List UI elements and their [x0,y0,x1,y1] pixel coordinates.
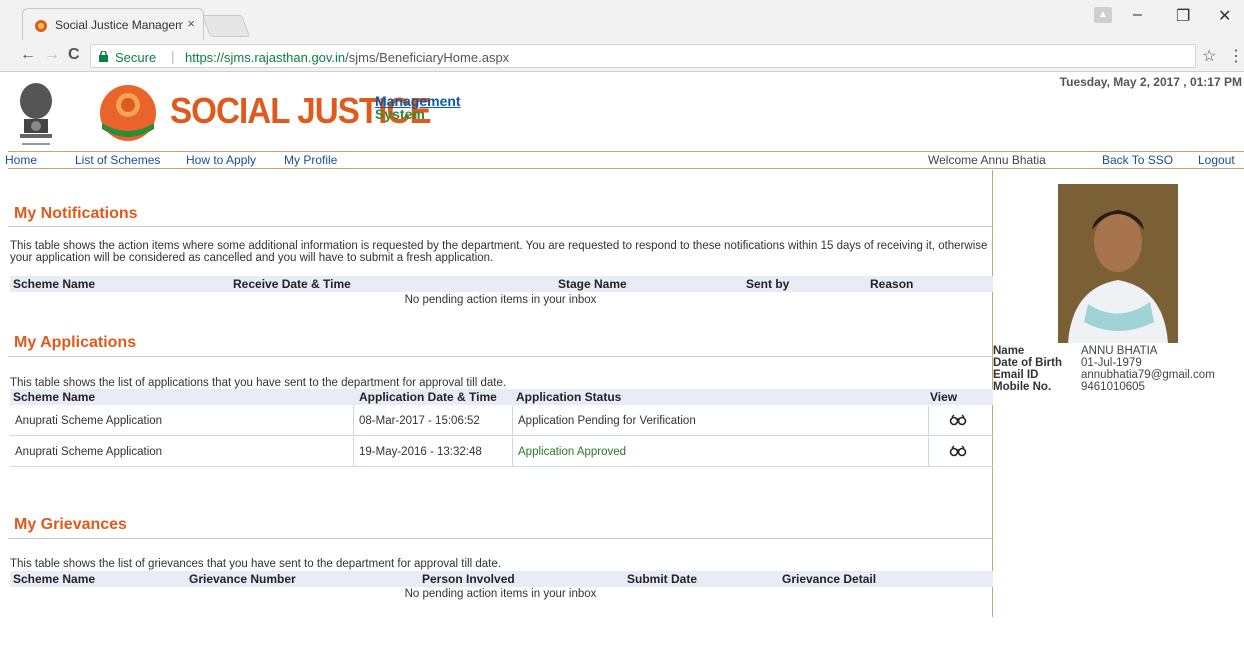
notifications-description: This table shows the action items where … [10,240,988,264]
back-to-sso-link[interactable]: Back To SSO [1102,153,1173,167]
col-view: View [930,390,958,404]
profile-dob-value: 01-Jul-1979 [1081,357,1142,369]
grievances-table-header: Scheme Name Grievance Number Person Invo… [10,571,993,587]
application-datetime: 08-Mar-2017 - 15:06:52 [359,415,480,427]
cell-divider [928,406,929,436]
col-application-status: Application Status [516,390,622,404]
tab-title: Social Justice Manageme [55,18,183,32]
url-path: /sjms/BeneficiaryHome.aspx [345,50,510,65]
nav-my-profile-link[interactable]: My Profile [284,153,337,167]
browser-tab[interactable]: Social Justice Manageme × [22,8,204,40]
grievances-description: This table shows the list of grievances … [10,558,501,570]
grievances-title: My Grievances [14,516,127,533]
url-host: https://sjms.rajasthan.gov.in [185,50,346,65]
applications-description: This table shows the list of application… [10,377,507,389]
browser-menu-icon[interactable]: ⋮ [1228,46,1244,66]
forward-icon[interactable]: → [44,46,60,64]
grievances-empty-message: No pending action items in your inbox [404,588,597,600]
site-favicon-icon [35,20,47,32]
logo-sub-system: System [375,106,425,122]
profile-dob-label: Date of Birth [993,357,1062,369]
profile-name-label: Name [993,345,1025,357]
application-row: Anuprati Scheme Application 19-May-2016 … [10,437,993,467]
profile-mobile-label: Mobile No. [993,381,1052,393]
reload-icon[interactable]: C [68,46,80,64]
welcome-text: Welcome Annu Bhatia [928,153,1046,167]
url-separator: | [171,48,175,64]
restore-icon[interactable]: ❐ [1176,6,1190,26]
back-icon[interactable]: ← [20,46,36,64]
applications-rule [8,356,993,357]
bookmark-star-icon[interactable]: ☆ [1202,46,1216,66]
profile-mobile-value: 9461010605 [1081,381,1145,393]
profile-email-value: annubhatia79@gmail.com [1081,369,1215,381]
cell-divider [512,406,513,436]
main-navbar: Home List of Schemes How to Apply My Pro… [5,151,1244,169]
col-submit-date: Submit Date [627,572,698,586]
current-datetime: Tuesday, May 2, 2017 , 01:17 PM [1059,75,1242,89]
new-tab-button[interactable] [201,15,251,37]
col-sent-by: Sent by [746,277,790,291]
grievances-rule [8,538,993,539]
nav-home-link[interactable]: Home [5,153,37,167]
notifications-table-header: Scheme Name Receive Date & Time Stage Na… [10,276,993,292]
col-scheme-name: Scheme Name [13,572,96,586]
application-scheme: Anuprati Scheme Application [15,415,163,427]
close-window-icon[interactable]: ✕ [1218,6,1231,26]
browser-titlebar: Social Justice Manageme × ▲ – ❐ ✕ [0,0,1244,40]
col-application-datetime: Application Date & Time [359,390,497,404]
application-status: Application Pending for Verification [518,415,696,427]
col-grievance-detail: Grievance Detail [782,572,877,586]
address-bar: ← → C Secure | https://sjms.rajasthan.go… [0,40,1244,72]
profile-email-label: Email ID [993,369,1039,381]
view-binoculars-icon[interactable] [949,414,967,426]
lock-icon [99,51,108,62]
logo-subtitle: Management System [375,94,461,122]
notifications-title: My Notifications [14,205,138,222]
col-person-involved: Person Involved [422,572,515,586]
application-status: Application Approved [518,446,627,458]
sjms-logo-icon [100,85,156,141]
tab-close-icon[interactable]: × [187,16,195,31]
cell-divider [353,437,354,467]
cell-divider [928,437,929,467]
nav-list-of-schemes-link[interactable]: List of Schemes [75,153,160,167]
view-binoculars-icon[interactable] [949,445,967,457]
main-content: My Notifications This table shows the ac… [8,170,993,617]
application-scheme: Anuprati Scheme Application [15,446,163,458]
col-scheme-name: Scheme Name [13,277,96,291]
profile-icon[interactable]: ▲ [1094,7,1112,23]
col-grievance-number: Grievance Number [189,572,296,586]
minimize-icon[interactable]: – [1133,6,1142,24]
cell-divider [353,406,354,436]
applications-table-header: Scheme Name Application Date & Time Appl… [10,389,993,405]
nav-how-to-apply-link[interactable]: How to Apply [186,153,256,167]
col-receive-datetime: Receive Date & Time [233,277,351,291]
page-content: SOCIAL JUSTICE Management System Tuesday… [0,73,1244,649]
application-datetime: 19-May-2016 - 13:32:48 [359,446,482,458]
secure-label: Secure [115,50,157,65]
application-row: Anuprati Scheme Application 08-Mar-2017 … [10,406,993,436]
url-text: https://sjms.rajasthan.gov.in/sjms/Benef… [185,50,509,65]
profile-name-value: ANNU BHATIA [1081,345,1158,357]
col-stage-name: Stage Name [558,277,627,291]
notifications-rule [8,226,993,227]
profile-photo [1058,184,1178,343]
cell-divider [512,437,513,467]
national-emblem-icon [20,83,52,145]
col-reason: Reason [870,277,914,291]
col-scheme-name: Scheme Name [13,390,96,404]
notifications-empty-message: No pending action items in your inbox [404,294,597,306]
url-input[interactable]: Secure | https://sjms.rajasthan.gov.in/s… [90,44,1196,68]
logout-link[interactable]: Logout [1198,153,1235,167]
applications-title: My Applications [14,334,137,351]
